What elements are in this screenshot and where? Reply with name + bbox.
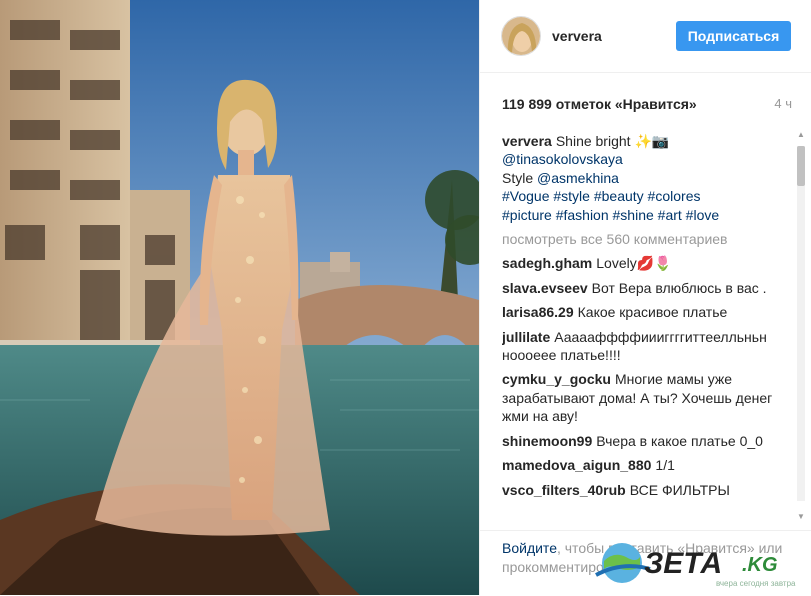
comment-item: larisa86.29 Какое красивое платье: [502, 303, 786, 321]
scroll-down-icon[interactable]: ▼: [796, 512, 806, 522]
scrollbar-thumb[interactable]: [797, 146, 805, 186]
comment-text: Вот Вера влюблюсь в вас .: [591, 279, 767, 296]
comments-scrollbar[interactable]: ▲ ▼: [794, 126, 808, 528]
comment-text: Вчера в какое платье 0_0: [596, 432, 763, 449]
comment-username[interactable]: mamedova_aigun_880: [502, 457, 651, 473]
comment-item: cymku_y_gocku Многие мамы уже зарабатываю…: [502, 370, 786, 425]
comment-text: Какое красивое платье: [577, 304, 728, 321]
likes-count[interactable]: 119 899 отметок «Нравится»: [502, 96, 697, 112]
login-link[interactable]: Войдите: [502, 540, 557, 556]
comment-item: shinemoon99 Вчера в какое платье 0_0: [502, 432, 786, 450]
post-sidebar: ververa Подписаться 119 899 отметок «Нра…: [479, 0, 811, 595]
likes-row: 119 899 отметок «Нравится» 4 ч: [502, 96, 792, 112]
scrollbar-track[interactable]: [797, 146, 805, 501]
scroll-up-icon[interactable]: ▲: [796, 130, 806, 140]
post-photo[interactable]: [0, 0, 479, 595]
comment-username[interactable]: shinemoon99: [502, 433, 592, 449]
post-author-username[interactable]: ververa: [552, 28, 602, 44]
avatar[interactable]: [501, 16, 541, 56]
comment-item: sadegh.gham Lovely💋🌷: [502, 254, 786, 272]
caption-username[interactable]: ververa: [502, 133, 552, 149]
view-all-comments-link[interactable]: посмотреть все 560 комментариев: [502, 230, 786, 248]
comment-text: Lovely💋🌷: [596, 255, 672, 272]
login-footer: Войдите, чтобы поставить «Нравится» или …: [480, 530, 811, 596]
comment-item: jullilate Аааааффффиииггггиттеелльньн ноо…: [502, 328, 786, 365]
comment-username[interactable]: slava.evseev: [502, 280, 588, 296]
comment-item: vsco_filters_40rub ВСЕ ФИЛЬТРЫ: [502, 481, 786, 499]
post-header: ververa Подписаться: [480, 0, 811, 73]
comment-text: ВСЕ ФИЛЬТРЫ: [629, 481, 730, 498]
mention-photographer[interactable]: @tinasokolovskaya: [502, 151, 623, 167]
comment-text: 1/1: [655, 457, 675, 474]
hashtags-line-2[interactable]: #picture #fashion #shine #art #love: [502, 207, 719, 223]
caption: ververa Shine bright ✨📷 @tinasokolovskaya…: [502, 132, 786, 224]
comments-list: ververa Shine bright ✨📷 @tinasokolovskaya…: [502, 132, 786, 528]
instagram-post: ververa Подписаться 119 899 отметок «Нра…: [0, 0, 811, 595]
mention-stylist[interactable]: @asmekhina: [537, 170, 619, 186]
photo-image: [0, 0, 479, 595]
comment-username[interactable]: jullilate: [502, 329, 550, 345]
hashtags-line-1[interactable]: #Vogue #style #beauty #colores: [502, 188, 700, 204]
caption-style-label: Style: [502, 169, 534, 186]
comment-username[interactable]: cymku_y_gocku: [502, 371, 611, 387]
comment-username[interactable]: larisa86.29: [502, 304, 574, 320]
avatar-image: [502, 17, 540, 55]
follow-button[interactable]: Подписаться: [676, 21, 791, 51]
post-time[interactable]: 4 ч: [774, 96, 792, 111]
comment-item: slava.evseev Вот Вера влюблюсь в вас .: [502, 279, 786, 297]
comment-item: mamedova_aigun_880 1/1: [502, 456, 786, 474]
caption-emoji: ✨📷: [634, 133, 670, 149]
login-prompt: Войдите, чтобы поставить «Нравится» или …: [502, 539, 792, 576]
comment-username[interactable]: sadegh.gham: [502, 255, 592, 271]
comment-username[interactable]: vsco_filters_40rub: [502, 482, 626, 498]
caption-text: Shine bright: [555, 133, 631, 149]
